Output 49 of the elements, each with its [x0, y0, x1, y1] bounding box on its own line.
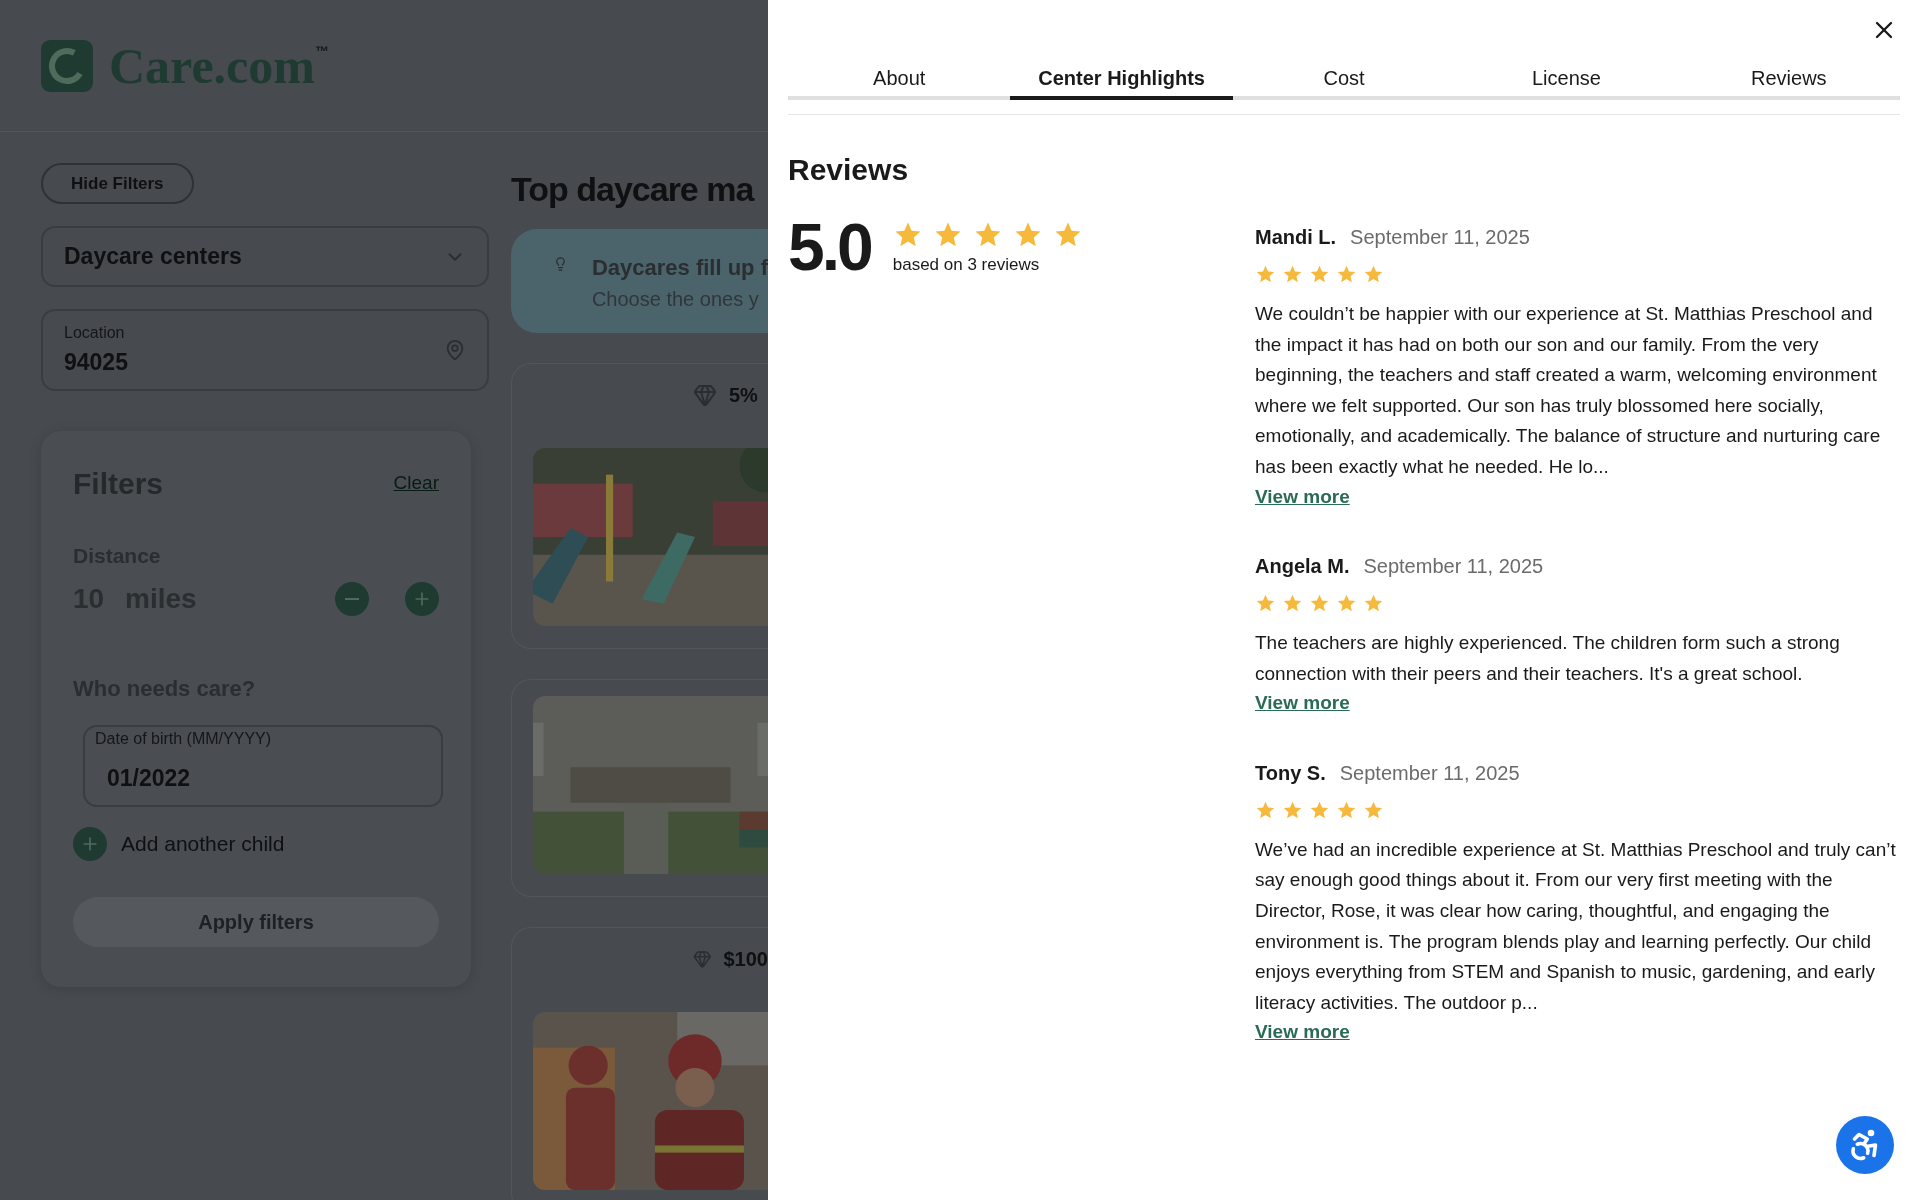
tab[interactable]: About	[788, 60, 1011, 100]
review-text: The teachers are highly experienced. The children form such a strong connection with their peers and their teachers. It's a great school.	[1255, 631, 1841, 686]
care-type-dropdown[interactable]: Daycare centers	[41, 226, 489, 287]
view-more-link[interactable]: View more	[1255, 689, 1350, 718]
review-text: We couldn’t be happier with our experience at St. Matthias Preschool and the impact it has had on both our son and our family. From the very beginning, the teachers and staff created a warm, welcoming environment where we felt supported. Our son has truly blossomed here socially, emotionally, and academically. The balance of structure and nurturing care has been exactly what he needed. He lo...	[1255, 302, 1882, 479]
review-date: September 11, 2025	[1339, 760, 1520, 786]
star-icon	[1309, 799, 1330, 821]
review-date: September 11, 2025	[1363, 554, 1544, 580]
review-count: based on 3 reviews	[892, 254, 1041, 276]
tab[interactable]: Reviews	[1677, 60, 1901, 100]
location-field[interactable]: Location 94025	[41, 309, 489, 391]
star-icon	[1309, 264, 1330, 285]
star-icon	[1255, 799, 1276, 821]
reviewer-name: Angela M.	[1255, 554, 1350, 580]
banner-title: Daycares fill up f	[591, 254, 768, 282]
view-more-link[interactable]: View more	[1255, 1018, 1350, 1047]
star-icon	[1336, 264, 1357, 285]
view-more-link[interactable]: View more	[1255, 482, 1350, 512]
date-of-birth-field[interactable]: Date of birth (MM/YYYY) 01/2022	[83, 724, 443, 807]
star-icon	[1282, 264, 1303, 285]
accessibility-button[interactable]	[1836, 1116, 1894, 1174]
increase-button[interactable]	[405, 581, 439, 616]
star-icon	[1255, 264, 1276, 285]
hide-filters-button[interactable]: Hide Filters	[41, 163, 194, 204]
badge-label: $100	[723, 947, 768, 972]
star-icon	[1363, 264, 1384, 285]
tab[interactable]: Center Highlights	[1010, 60, 1233, 100]
reviewer-name: Tony S.	[1255, 760, 1326, 786]
trademark: ™	[314, 41, 329, 61]
clear-link[interactable]: Clear	[393, 469, 439, 498]
diamond-icon	[693, 383, 717, 407]
overall-rating: 5.0	[788, 214, 871, 280]
minus-icon	[345, 597, 359, 600]
section-title: Reviews	[788, 152, 910, 188]
tab[interactable]: Cost	[1232, 60, 1456, 100]
review-text: We’ve had an incredible experience at St. Matthias Preschool and truly can’t say enough good things about it. From our very first meeting with the Director, Rose, it was clear how caring, thoughtful, and engaging the environment is. The program blends play and learning perfectly. Our child enjoys everything from STEM and Spanish to music, gardening, and early literacy activities. The outdoor p...	[1255, 837, 1897, 1015]
star-icon	[1363, 799, 1384, 821]
add-child-link[interactable]: Add another child	[121, 827, 285, 860]
logo-icon	[41, 39, 93, 92]
star-icon	[1336, 799, 1357, 821]
star-icon	[1282, 799, 1303, 821]
add-icon	[73, 826, 107, 861]
map-pin-icon	[444, 339, 466, 361]
tab[interactable]: License	[1455, 60, 1678, 100]
review-date: September 11, 2025	[1350, 225, 1530, 250]
reviewer-name: Mandi L.	[1255, 225, 1337, 250]
decrease-button[interactable]	[335, 581, 369, 616]
badge-label: 5%	[729, 383, 758, 408]
results-heading: Top daycare ma	[511, 169, 756, 210]
